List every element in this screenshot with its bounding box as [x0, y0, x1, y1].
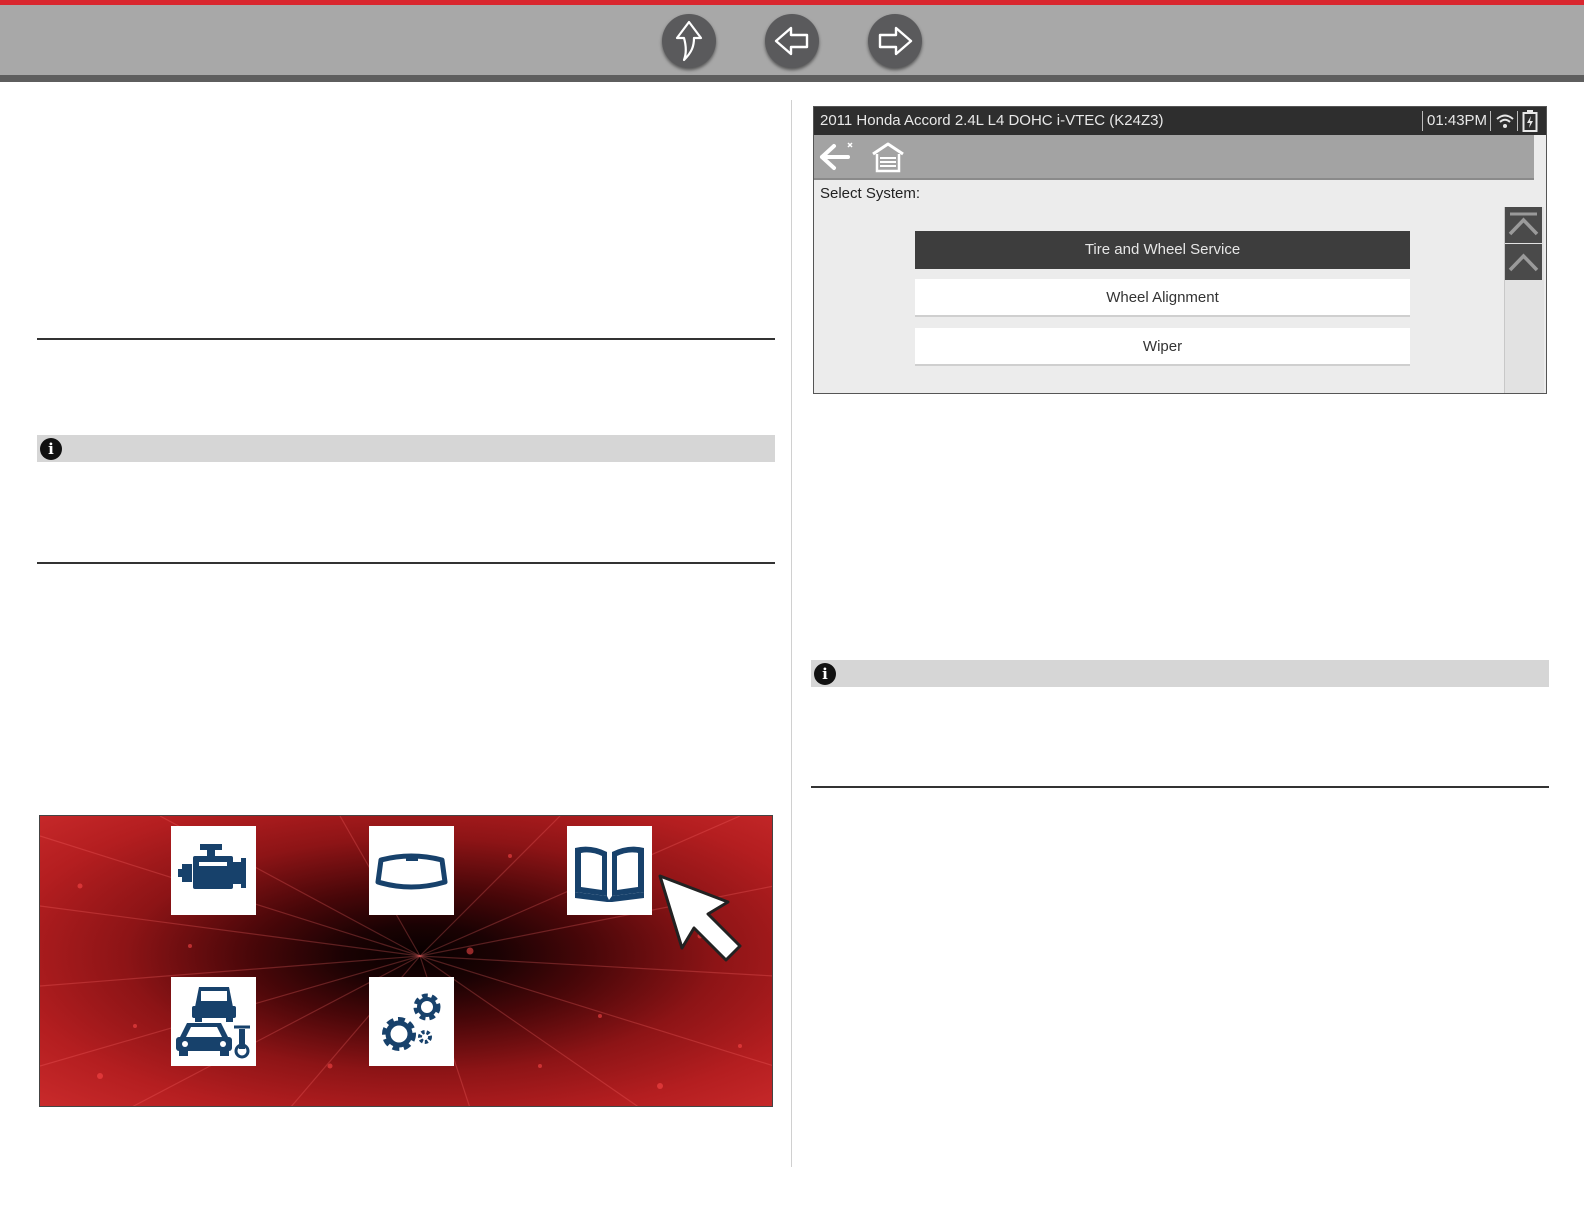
- engine-icon: [178, 844, 246, 889]
- nav-forward-button[interactable]: [868, 14, 922, 68]
- windshield-icon: [375, 853, 448, 890]
- toolbar-bottom-border: [0, 75, 1584, 82]
- nav-back-button[interactable]: [765, 14, 819, 68]
- section-rule: [37, 562, 775, 564]
- book-icon: [575, 846, 644, 902]
- vehicles-icon: [176, 987, 250, 1059]
- status-separator: [1517, 111, 1518, 131]
- info-icon: i: [814, 663, 836, 685]
- top-accent-line: [0, 0, 1584, 5]
- forward-arrow-icon: [878, 26, 913, 56]
- scroll-to-top-icon: [1508, 212, 1539, 236]
- status-separator: [1422, 111, 1423, 131]
- pointer-cursor-icon: [658, 874, 742, 962]
- select-system-label: Select System:: [820, 185, 921, 202]
- up-arrow-icon: [675, 20, 703, 62]
- gears-icon: [382, 993, 441, 1051]
- top-navigation-bar: [0, 0, 1584, 82]
- adas-tile[interactable]: [369, 826, 454, 915]
- vehicle-id: 2011 Honda Accord 2.4L L4 DOHC i-VTEC (K…: [820, 112, 1164, 129]
- scanner-toolbar: [814, 135, 1534, 180]
- scroll-up-icon: [1508, 253, 1539, 272]
- status-bar: 2011 Honda Accord 2.4L L4 DOHC i-VTEC (K…: [814, 107, 1546, 135]
- tools-tile[interactable]: [369, 977, 454, 1066]
- system-button-wheel-alignment[interactable]: Wheel Alignment: [915, 279, 1410, 317]
- vehicle-selection-tile[interactable]: [171, 977, 256, 1066]
- column-divider: [791, 100, 792, 1167]
- battery-icon: [1522, 110, 1538, 132]
- back-arrow-icon[interactable]: [818, 139, 858, 175]
- scroll-to-top-button[interactable]: [1505, 207, 1542, 243]
- system-button-tire-and-wheel-service[interactable]: Tire and Wheel Service: [915, 231, 1410, 269]
- scanner-tile[interactable]: [171, 826, 256, 915]
- status-time: 01:43PM: [1427, 112, 1488, 129]
- home-screen-screenshot: [39, 815, 773, 1107]
- section-rule: [37, 338, 775, 340]
- scroll-up-button[interactable]: [1505, 244, 1542, 280]
- scanner-screenshot: 2011 Honda Accord 2.4L L4 DOHC i-VTEC (K…: [813, 106, 1547, 394]
- wifi-icon: [1496, 114, 1514, 128]
- back-arrow-icon: [774, 26, 809, 56]
- nav-up-button[interactable]: [662, 14, 716, 68]
- note-header: i: [37, 435, 775, 462]
- scrollbar[interactable]: [1504, 207, 1544, 393]
- garage-home-icon[interactable]: [870, 139, 906, 175]
- note-header: i: [811, 660, 1549, 687]
- system-button-wiper[interactable]: Wiper: [915, 328, 1410, 366]
- guided-component-tests-tile[interactable]: [567, 826, 652, 915]
- section-rule: [811, 786, 1549, 788]
- info-icon: i: [40, 438, 62, 460]
- status-separator: [1490, 111, 1491, 131]
